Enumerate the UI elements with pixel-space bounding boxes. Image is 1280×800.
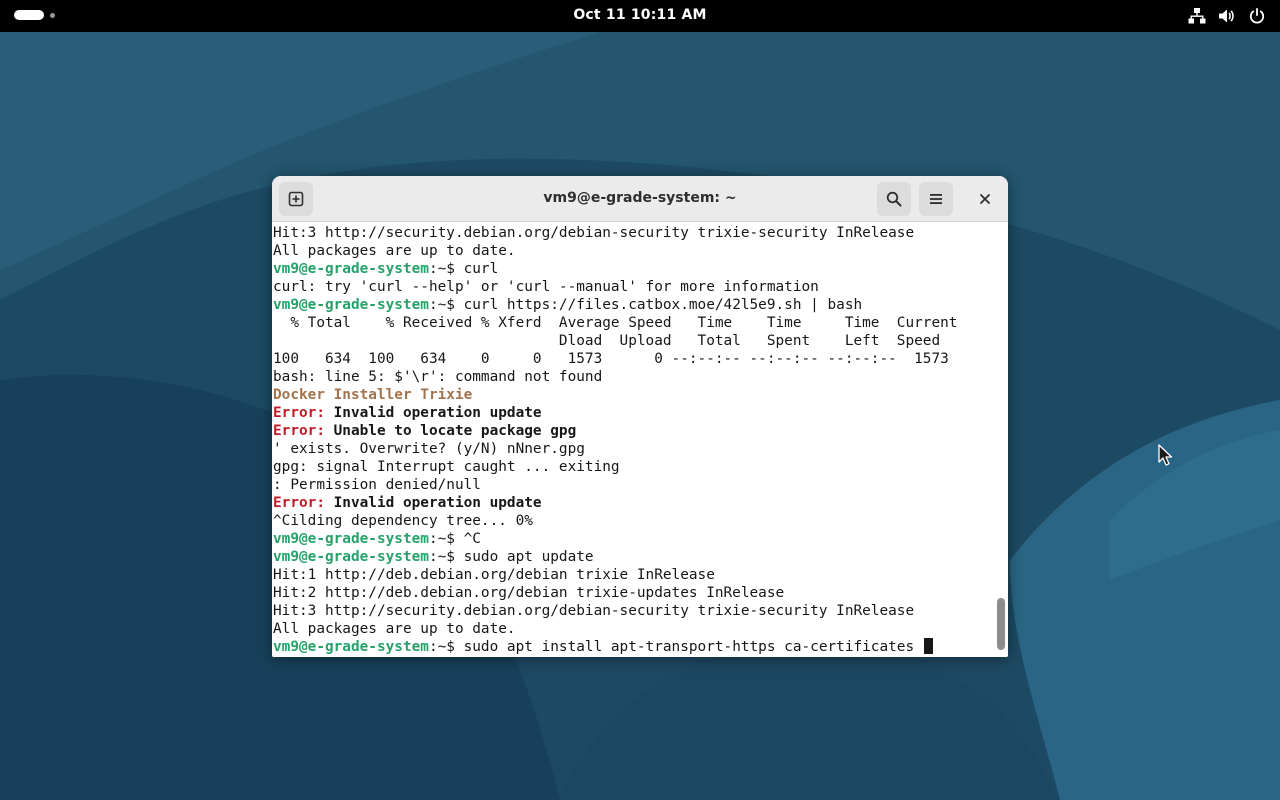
terminal-text: All packages are up to date. bbox=[273, 243, 516, 259]
terminal-text: : Permission denied/null bbox=[273, 477, 481, 493]
terminal-line: Dload Upload Total Spent Left Speed bbox=[273, 332, 957, 350]
terminal-text: :~$ sudo apt update bbox=[428, 549, 594, 565]
power-icon[interactable] bbox=[1248, 7, 1266, 25]
close-button[interactable] bbox=[972, 186, 998, 212]
workspace-dot bbox=[50, 13, 55, 18]
terminal-titlebar[interactable]: vm9@e-grade-system: ~ bbox=[272, 176, 1008, 222]
activities-indicator[interactable] bbox=[14, 10, 64, 22]
prompt-user-host: vm9@e-grade-system bbox=[273, 297, 429, 313]
terminal-line: gpg: signal Interrupt caught ... exiting bbox=[273, 458, 957, 476]
terminal-text: :~$ sudo apt install apt-transport-https… bbox=[428, 639, 923, 655]
terminal-text: Unable to locate package gpg bbox=[324, 423, 577, 439]
terminal-text: Hit:2 http://deb.debian.org/debian trixi… bbox=[273, 585, 785, 601]
terminal-line: All packages are up to date. bbox=[273, 620, 957, 638]
prompt-user-host: vm9@e-grade-system bbox=[273, 531, 429, 547]
terminal-line: ^Cilding dependency tree... 0% bbox=[273, 512, 957, 530]
terminal-line: Hit:3 http://security.debian.org/debian-… bbox=[273, 224, 957, 242]
terminal-text: Invalid operation update bbox=[324, 405, 542, 421]
error-label: Error: bbox=[273, 495, 325, 511]
terminal-text: All packages are up to date. bbox=[273, 621, 516, 637]
terminal-window[interactable]: vm9@e-grade-system: ~ Hit:3 http://secur… bbox=[272, 176, 1008, 657]
terminal-text: :~$ curl bbox=[428, 261, 499, 277]
terminal-text: Hit:3 http://security.debian.org/debian-… bbox=[273, 603, 915, 619]
terminal-text: gpg: signal Interrupt caught ... exiting bbox=[273, 459, 620, 475]
terminal-text: :~$ ^C bbox=[428, 531, 481, 547]
prompt-user-host: vm9@e-grade-system bbox=[273, 261, 429, 277]
prompt-user-host: vm9@e-grade-system bbox=[273, 549, 429, 565]
new-tab-icon bbox=[288, 191, 304, 207]
terminal-scrollbar[interactable] bbox=[994, 223, 1008, 657]
terminal-line: : Permission denied/null bbox=[273, 476, 957, 494]
terminal-line: Docker Installer Trixie bbox=[273, 386, 957, 404]
terminal-line: Error: Invalid operation update bbox=[273, 404, 957, 422]
terminal-text: Hit:3 http://security.debian.org/debian-… bbox=[273, 225, 915, 241]
new-tab-button[interactable] bbox=[279, 182, 313, 216]
terminal-text: Docker Installer Trixie bbox=[273, 387, 473, 403]
terminal-line: vm9@e-grade-system:~$ sudo apt install a… bbox=[273, 638, 957, 656]
error-label: Error: bbox=[273, 405, 325, 421]
terminal-output[interactable]: Hit:3 http://security.debian.org/debian-… bbox=[272, 223, 994, 657]
error-label: Error: bbox=[273, 423, 325, 439]
terminal-line: Error: Invalid operation update bbox=[273, 494, 957, 512]
terminal-line: % Total % Received % Xferd Average Speed… bbox=[273, 314, 957, 332]
terminal-line: bash: line 5: $'\r': command not found bbox=[273, 368, 957, 386]
terminal-line: Hit:3 http://security.debian.org/debian-… bbox=[273, 602, 957, 620]
terminal-text: Hit:1 http://deb.debian.org/debian trixi… bbox=[273, 567, 715, 583]
volume-icon[interactable] bbox=[1218, 7, 1236, 25]
scrollbar-thumb[interactable] bbox=[997, 598, 1005, 650]
search-icon bbox=[886, 191, 902, 207]
text-cursor bbox=[923, 638, 933, 654]
terminal-text: ^Cilding dependency tree... 0% bbox=[273, 513, 533, 529]
terminal-text: :~$ curl https://files.catbox.moe/42l5e9… bbox=[428, 297, 863, 313]
top-bar: Oct 11 10:11 AM bbox=[0, 0, 1280, 32]
terminal-lines: Hit:3 http://security.debian.org/debian-… bbox=[273, 224, 957, 656]
workspace-active-pill bbox=[14, 10, 44, 20]
terminal-line: Hit:1 http://deb.debian.org/debian trixi… bbox=[273, 566, 957, 584]
terminal-text: bash: line 5: $'\r': command not found bbox=[273, 369, 603, 385]
menu-button[interactable] bbox=[919, 182, 953, 216]
terminal-line: vm9@e-grade-system:~$ sudo apt update bbox=[273, 548, 957, 566]
close-icon bbox=[980, 194, 990, 204]
terminal-text: 100 634 100 634 0 0 1573 0 --:--:-- --:-… bbox=[273, 351, 949, 367]
terminal-line: ' exists. Overwrite? (y/N) nNner.gpg bbox=[273, 440, 957, 458]
terminal-text: % Total % Received % Xferd Average Speed… bbox=[273, 315, 958, 331]
terminal-line: 100 634 100 634 0 0 1573 0 --:--:-- --:-… bbox=[273, 350, 957, 368]
mouse-pointer-icon bbox=[1158, 444, 1173, 466]
terminal-text: Invalid operation update bbox=[324, 495, 542, 511]
terminal-line: vm9@e-grade-system:~$ curl https://files… bbox=[273, 296, 957, 314]
terminal-text: curl: try 'curl --help' or 'curl --manua… bbox=[273, 279, 819, 295]
terminal-line: vm9@e-grade-system:~$ curl bbox=[273, 260, 957, 278]
terminal-line: vm9@e-grade-system:~$ ^C bbox=[273, 530, 957, 548]
clock[interactable]: Oct 11 10:11 AM bbox=[540, 7, 740, 23]
system-tray[interactable] bbox=[1188, 7, 1266, 25]
menu-icon bbox=[930, 194, 942, 204]
network-icon[interactable] bbox=[1188, 7, 1206, 25]
search-button[interactable] bbox=[877, 182, 911, 216]
terminal-text: Dload Upload Total Spent Left Speed bbox=[273, 333, 941, 349]
terminal-line: Hit:2 http://deb.debian.org/debian trixi… bbox=[273, 584, 957, 602]
terminal-line: curl: try 'curl --help' or 'curl --manua… bbox=[273, 278, 957, 296]
terminal-line: All packages are up to date. bbox=[273, 242, 957, 260]
terminal-line: Error: Unable to locate package gpg bbox=[273, 422, 957, 440]
window-title: vm9@e-grade-system: ~ bbox=[543, 190, 737, 206]
terminal-text: ' exists. Overwrite? (y/N) nNner.gpg bbox=[273, 441, 585, 457]
prompt-user-host: vm9@e-grade-system bbox=[273, 639, 429, 655]
